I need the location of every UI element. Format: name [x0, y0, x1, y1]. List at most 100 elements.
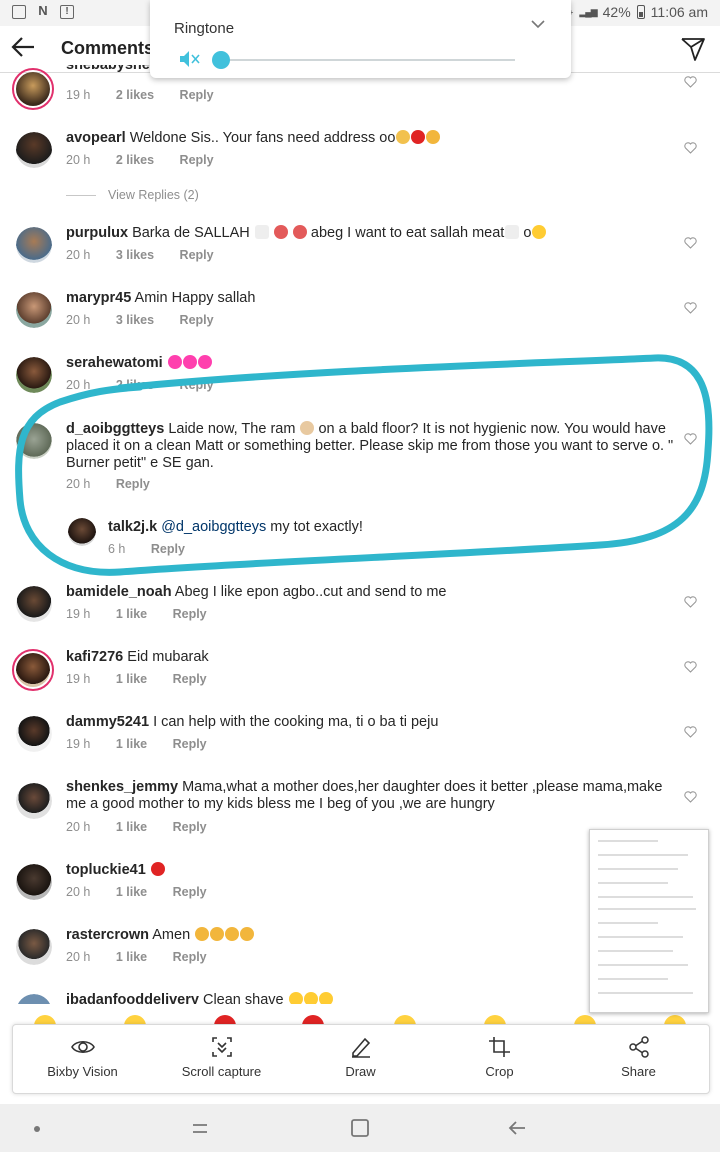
- avatar[interactable]: [16, 586, 52, 622]
- reply-button[interactable]: Reply: [173, 885, 207, 899]
- reply-button[interactable]: Reply: [180, 88, 214, 102]
- comment-username[interactable]: serahewatomi: [66, 355, 163, 371]
- dot-icon[interactable]: [33, 1125, 41, 1133]
- avatar[interactable]: [16, 423, 52, 459]
- comment-username[interactable]: topluckie41: [66, 862, 146, 878]
- dog-emoji-icon: [300, 421, 315, 435]
- screenshot-thumbnail[interactable]: [589, 829, 709, 1013]
- avatar[interactable]: [68, 518, 96, 546]
- reply-button[interactable]: Reply: [116, 477, 150, 491]
- heart-icon[interactable]: [684, 791, 697, 803]
- share-icon: [629, 1036, 649, 1058]
- reply-button[interactable]: Reply: [173, 737, 207, 751]
- avatar[interactable]: [16, 716, 52, 752]
- crop-button[interactable]: Crop: [430, 1025, 569, 1093]
- avatar[interactable]: [16, 292, 52, 328]
- avatar[interactable]: [16, 783, 52, 819]
- pray-emoji-icon: [210, 927, 225, 941]
- comment-likes[interactable]: 1 like: [116, 672, 147, 686]
- comment-body-continued: abeg I want to eat sallah meat: [310, 225, 505, 241]
- reply-button[interactable]: Reply: [173, 950, 207, 964]
- comment-username[interactable]: d_aoibggtteys: [66, 421, 164, 437]
- comment-username[interactable]: dammy5241: [66, 714, 149, 730]
- avatar[interactable]: [16, 227, 52, 263]
- comment-username[interactable]: kafi7276: [66, 649, 123, 665]
- comment-username[interactable]: talk2j.k: [108, 519, 157, 535]
- reply-button[interactable]: Reply: [173, 607, 207, 621]
- avatar[interactable]: [12, 68, 54, 110]
- comment-body: Barka de SALLAH: [132, 225, 250, 241]
- pencil-icon: [352, 1037, 371, 1058]
- comment-username[interactable]: marypr45: [66, 290, 131, 306]
- comment-likes[interactable]: 3 likes: [116, 313, 154, 327]
- reply-button[interactable]: Reply: [173, 820, 207, 834]
- pray-emoji-icon: [225, 927, 240, 941]
- comment-username[interactable]: purpulux: [66, 225, 128, 241]
- comment-username[interactable]: shenkes_jemmy: [66, 779, 178, 795]
- bixby-vision-button[interactable]: Bixby Vision: [13, 1025, 152, 1093]
- back-icon[interactable]: [507, 1118, 527, 1138]
- comment-likes[interactable]: 3 likes: [116, 248, 154, 262]
- comment-text: shenkes_jemmy Mama,what a mother does,he…: [66, 779, 676, 813]
- reply-button[interactable]: Reply: [180, 248, 214, 262]
- reply-button[interactable]: Reply: [180, 378, 214, 392]
- comment-username[interactable]: ibadanfooddelivery: [66, 992, 199, 1004]
- comment-meta: 20 h 1 like Reply: [66, 950, 229, 964]
- comment-text: talk2j.k @d_aoibggtteys my tot exactly!: [108, 519, 708, 536]
- eye-icon: [71, 1040, 95, 1054]
- comment-likes[interactable]: 2 likes: [116, 88, 154, 102]
- draw-button[interactable]: Draw: [291, 1025, 430, 1093]
- comment-username[interactable]: rastercrown: [66, 927, 149, 943]
- comment-body: Clean shave: [202, 992, 284, 1004]
- comment-meta: 19 h 1 like Reply: [66, 737, 229, 751]
- heart-icon[interactable]: [684, 726, 697, 738]
- reply-button[interactable]: Reply: [180, 313, 214, 327]
- view-replies-link[interactable]: View Replies (2): [66, 188, 199, 202]
- sparkling-heart-emoji-icon: [182, 355, 197, 369]
- avatar[interactable]: [12, 649, 54, 691]
- meat-emoji-icon: [292, 225, 307, 239]
- comment-username[interactable]: avopearl: [66, 130, 126, 146]
- heart-icon[interactable]: [684, 76, 697, 88]
- avatar[interactable]: [16, 994, 52, 1004]
- volume-slider-thumb[interactable]: [212, 51, 230, 69]
- reply-button[interactable]: Reply: [151, 542, 185, 556]
- heart-icon[interactable]: [684, 302, 697, 314]
- comment-body: Abeg I like epon agbo..cut and send to m…: [174, 584, 447, 600]
- laughing-emoji-icon: [318, 992, 333, 1004]
- avatar[interactable]: [16, 929, 52, 965]
- comment-text: bamidele_noah Abeg I like epon agbo..cut…: [66, 584, 666, 601]
- recent-apps-icon[interactable]: [190, 1118, 210, 1138]
- heart-emoji-icon: [411, 130, 426, 144]
- home-icon[interactable]: [350, 1118, 370, 1138]
- avatar[interactable]: [16, 132, 52, 168]
- reply-button[interactable]: Reply: [180, 153, 214, 167]
- heart-icon[interactable]: [684, 142, 697, 154]
- heart-icon[interactable]: [684, 661, 697, 673]
- ringtone-label: Ringtone: [174, 20, 235, 37]
- scroll-capture-button[interactable]: Scroll capture: [152, 1025, 291, 1093]
- avatar[interactable]: [16, 357, 52, 393]
- volume-track[interactable]: [222, 59, 515, 61]
- chevron-down-icon[interactable]: [531, 16, 545, 32]
- reply-button[interactable]: Reply: [173, 672, 207, 686]
- comment-body: my tot exactly!: [270, 519, 363, 535]
- mention-link[interactable]: @d_aoibggtteys: [161, 519, 266, 535]
- mute-speaker-icon[interactable]: [178, 49, 200, 69]
- comment-likes[interactable]: 1 like: [116, 607, 147, 621]
- comment-likes[interactable]: 1 like: [116, 820, 147, 834]
- comment-likes[interactable]: 1 like: [116, 737, 147, 751]
- ringtone-volume-panel: Ringtone: [150, 0, 571, 78]
- avatar[interactable]: [16, 864, 52, 900]
- heart-icon[interactable]: [684, 433, 697, 445]
- comment-likes[interactable]: 1 like: [116, 950, 147, 964]
- comment-body: Weldone Sis.. Your fans need address oo: [129, 130, 396, 146]
- sheep-emoji-icon: [254, 225, 269, 239]
- comment-likes[interactable]: 2 likes: [116, 378, 154, 392]
- comment-likes[interactable]: 1 like: [116, 885, 147, 899]
- comment-likes[interactable]: 2 likes: [116, 153, 154, 167]
- heart-icon[interactable]: [684, 237, 697, 249]
- heart-icon[interactable]: [684, 596, 697, 608]
- share-button[interactable]: Share: [569, 1025, 708, 1093]
- comment-username[interactable]: bamidele_noah: [66, 584, 172, 600]
